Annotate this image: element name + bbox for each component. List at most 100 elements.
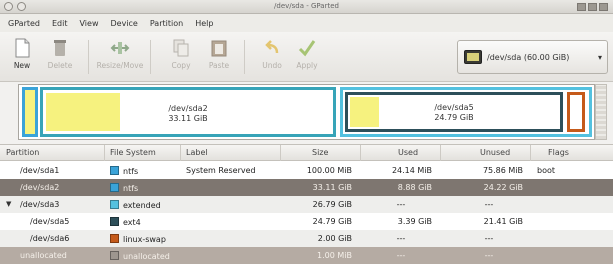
- resize-move-label: Resize/Move: [96, 61, 144, 70]
- cell-unused: ---: [484, 200, 494, 209]
- table-row-selected[interactable]: /dev/sda2 ntfs 33.11 GiB 8.88 GiB 24.22 …: [0, 179, 613, 196]
- delete-button[interactable]: Delete: [38, 36, 82, 71]
- paste-label: Paste: [208, 61, 230, 70]
- partition-graph: /dev/sda2 33.11 GiB /dev/sda5 24.79 GiB: [18, 84, 595, 140]
- cell-size: 1.00 MiB: [317, 251, 352, 260]
- cell-partition: /dev/sda3: [20, 200, 60, 209]
- maximize-button[interactable]: [588, 3, 597, 11]
- graph-used-sda1: [25, 90, 35, 134]
- column-divider: [280, 145, 281, 161]
- resize-move-button[interactable]: Resize/Move: [92, 36, 148, 71]
- expander-arrow-icon[interactable]: ▼: [6, 200, 11, 208]
- cell-partition: /dev/sda6: [30, 234, 70, 243]
- table-row[interactable]: ▼ /dev/sda3 extended 26.79 GiB --- ---: [0, 196, 613, 213]
- table-header: Partition File System Label Size Used Un…: [0, 145, 613, 161]
- menu-help[interactable]: Help: [195, 19, 213, 28]
- cell-filesystem-text: linux-swap: [123, 235, 166, 244]
- graph-partition-sda1[interactable]: [22, 87, 38, 137]
- cell-unused: ---: [484, 234, 494, 243]
- cell-filesystem: ntfs: [110, 166, 138, 176]
- column-divider: [360, 145, 361, 161]
- cell-used: 8.88 GiB: [397, 183, 432, 192]
- partition-table: Partition File System Label Size Used Un…: [0, 144, 613, 264]
- copy-icon: [173, 39, 189, 57]
- cell-filesystem: linux-swap: [110, 234, 166, 244]
- close-button[interactable]: [599, 3, 608, 11]
- cell-partition: /dev/sda1: [20, 166, 60, 175]
- fs-color-swatch: [110, 234, 119, 243]
- fs-color-swatch: [110, 251, 119, 260]
- chevron-down-icon: ▾: [597, 53, 602, 62]
- graph-sda2-name: /dev/sda2: [168, 104, 208, 113]
- menu-gparted[interactable]: GParted: [8, 19, 40, 28]
- menubar: GParted Edit View Device Partition Help: [0, 14, 613, 32]
- cell-flags: boot: [537, 166, 556, 175]
- delete-label: Delete: [47, 61, 73, 70]
- toolbar-separator: [244, 40, 245, 74]
- cell-used: ---: [396, 234, 406, 243]
- cell-used: ---: [396, 200, 406, 209]
- graph-label-sda2: /dev/sda2 33.11 GiB: [43, 104, 333, 124]
- cell-filesystem-text: unallocated: [123, 252, 170, 261]
- col-header-flags[interactable]: Flags: [548, 148, 569, 157]
- minimize-button[interactable]: [577, 3, 586, 11]
- graph-label-sda5: /dev/sda5 24.79 GiB: [348, 103, 560, 123]
- graph-sda5-size: 24.79 GiB: [434, 113, 474, 122]
- graph-partition-sda5[interactable]: /dev/sda5 24.79 GiB: [345, 92, 563, 132]
- graph-partition-sda2[interactable]: /dev/sda2 33.11 GiB: [40, 87, 336, 137]
- cell-unused: 75.86 MiB: [482, 166, 523, 175]
- graph-partition-sda6[interactable]: [567, 92, 585, 132]
- cell-filesystem-text: ntfs: [123, 184, 139, 193]
- apply-button[interactable]: Apply: [287, 36, 327, 71]
- undo-button[interactable]: Undo: [252, 36, 292, 71]
- col-header-unused[interactable]: Unused: [480, 148, 510, 157]
- cell-size: 2.00 GiB: [317, 234, 352, 243]
- col-header-partition[interactable]: Partition: [6, 148, 39, 157]
- table-row-unallocated[interactable]: unallocated unallocated 1.00 MiB --- ---: [0, 247, 613, 264]
- table-row[interactable]: /dev/sda5 ext4 24.79 GiB 3.39 GiB 21.41 …: [0, 213, 613, 230]
- menu-view[interactable]: View: [80, 19, 99, 28]
- cell-filesystem: ntfs: [110, 183, 138, 193]
- menu-partition[interactable]: Partition: [150, 19, 183, 28]
- column-divider: [530, 145, 531, 161]
- paste-button[interactable]: Paste: [200, 36, 238, 71]
- undo-label: Undo: [262, 61, 282, 70]
- cell-used: ---: [396, 251, 406, 260]
- apply-check-icon: [298, 40, 316, 57]
- cell-label: System Reserved: [186, 166, 256, 175]
- cell-filesystem: extended: [110, 200, 161, 210]
- graph-scrollbar[interactable]: [595, 84, 607, 140]
- disk-icon: [464, 50, 482, 64]
- window-controls-right: [577, 3, 608, 11]
- device-selector-label: /dev/sda (60.00 GiB): [487, 52, 570, 62]
- table-row[interactable]: /dev/sda1 ntfs System Reserved 100.00 Mi…: [0, 162, 613, 179]
- graph-sda2-size: 33.11 GiB: [168, 114, 208, 123]
- cell-size: 26.79 GiB: [312, 200, 352, 209]
- fs-color-swatch: [110, 183, 119, 192]
- col-header-size[interactable]: Size: [312, 148, 328, 157]
- cell-unused: 24.22 GiB: [483, 183, 523, 192]
- fs-color-swatch: [110, 166, 119, 175]
- toolbar-separator: [88, 40, 89, 74]
- column-divider: [180, 145, 181, 161]
- col-header-used[interactable]: Used: [398, 148, 418, 157]
- cell-filesystem: unallocated: [110, 251, 170, 261]
- graph-partition-sda3-extended[interactable]: /dev/sda5 24.79 GiB: [340, 87, 592, 137]
- copy-button[interactable]: Copy: [162, 36, 200, 71]
- col-header-filesystem[interactable]: File System: [110, 148, 156, 157]
- graph-sda5-name: /dev/sda5: [434, 103, 474, 112]
- cell-size: 24.79 GiB: [312, 217, 352, 226]
- apply-label: Apply: [296, 61, 318, 70]
- col-header-label[interactable]: Label: [186, 148, 208, 157]
- cell-unused: ---: [484, 251, 494, 260]
- table-row[interactable]: /dev/sda6 linux-swap 2.00 GiB --- ---: [0, 230, 613, 247]
- cell-filesystem-text: extended: [123, 201, 161, 210]
- menu-edit[interactable]: Edit: [52, 19, 68, 28]
- device-selector[interactable]: /dev/sda (60.00 GiB) ▾: [457, 40, 608, 74]
- toolbar-separator: [150, 40, 151, 74]
- window-title: /dev/sda - GParted: [274, 2, 339, 10]
- cell-unused: 21.41 GiB: [483, 217, 523, 226]
- menu-device[interactable]: Device: [110, 19, 137, 28]
- cell-size: 100.00 MiB: [306, 166, 352, 175]
- cell-filesystem: ext4: [110, 217, 141, 227]
